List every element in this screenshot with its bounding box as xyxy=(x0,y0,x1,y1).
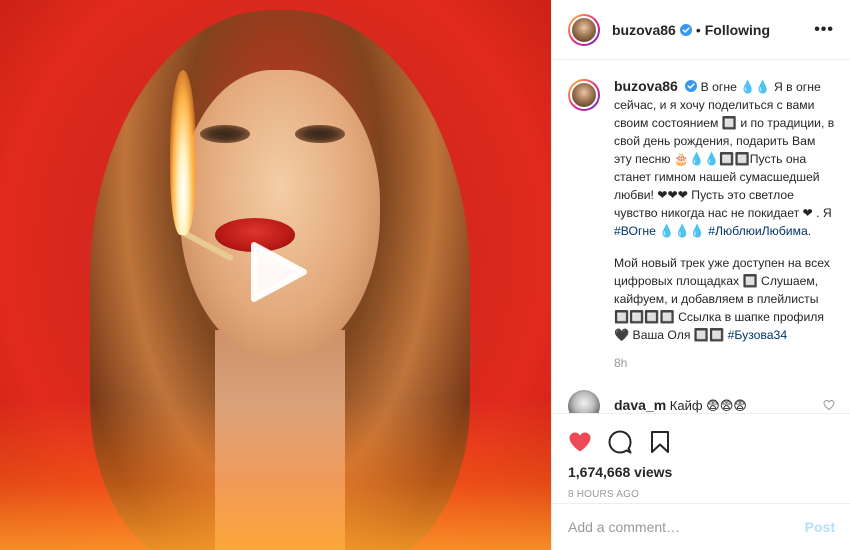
media-fire xyxy=(0,400,551,550)
post-timestamp[interactable]: 8 HOURS AGO xyxy=(568,489,835,500)
action-bar xyxy=(568,422,835,462)
caption-period: . xyxy=(807,224,812,238)
media-eye-right xyxy=(295,125,345,143)
heart-outline-icon[interactable] xyxy=(823,399,835,411)
add-comment-section: Post xyxy=(552,503,850,550)
post-header: buzova86 • Following ••• xyxy=(552,0,850,60)
avatar[interactable] xyxy=(568,13,600,46)
hashtag-link[interactable]: #ВОгне xyxy=(614,224,656,238)
hashtag-link[interactable]: #Бузова34 xyxy=(728,328,788,342)
comment-avatar[interactable] xyxy=(568,390,600,413)
verified-badge-icon xyxy=(685,80,698,92)
comments-list[interactable]: buzova86 В огне 💧💧 Я в огне сейчас, и я … xyxy=(552,61,850,413)
comment-bubble-icon[interactable] xyxy=(608,430,632,454)
media-flame xyxy=(170,70,196,235)
separator-dot: • xyxy=(695,21,701,38)
post-media[interactable] xyxy=(0,0,551,550)
caption-avatar[interactable] xyxy=(568,79,600,111)
caption-timestamp: 8h xyxy=(614,356,628,370)
heart-filled-icon[interactable] xyxy=(568,430,592,454)
play-icon xyxy=(251,242,307,302)
caption: buzova86 В огне 💧💧 Я в огне сейчас, и я … xyxy=(568,77,835,372)
post-panel: buzova86 • Following ••• buzova86 В огне… xyxy=(551,0,850,550)
verified-badge-icon xyxy=(679,23,692,36)
play-button[interactable] xyxy=(246,241,308,303)
caption-body: В огне 💧💧 Я в огне сейчас, и я хочу поде… xyxy=(614,80,835,220)
media-face xyxy=(180,70,380,360)
post-actions: 1,674,668 views 8 HOURS AGO xyxy=(552,413,850,500)
comment-text: dava_m Кайф 😨😨😨 xyxy=(614,390,747,413)
bookmark-icon[interactable] xyxy=(648,430,672,454)
post-comment-button[interactable]: Post xyxy=(805,519,835,535)
caption-text: buzova86 В огне 💧💧 Я в огне сейчас, и я … xyxy=(614,77,835,372)
media-eye-left xyxy=(200,125,250,143)
comment-item: dava_m Кайф 😨😨😨 xyxy=(568,390,835,413)
comment-body: Кайф 😨😨😨 xyxy=(669,398,747,413)
view-count[interactable]: 1,674,668 views xyxy=(568,464,835,480)
following-button[interactable]: Following xyxy=(705,22,770,38)
caption-username[interactable]: buzova86 xyxy=(614,78,678,94)
more-options-icon[interactable]: ••• xyxy=(814,21,834,39)
comment-username[interactable]: dava_m xyxy=(614,397,666,413)
comment-input[interactable] xyxy=(568,519,805,535)
caption-paragraph: Мой новый трек уже доступен на всех цифр… xyxy=(614,254,835,344)
caption-paragraph-text: Мой новый трек уже доступен на всех цифр… xyxy=(614,256,830,342)
header-username[interactable]: buzova86 xyxy=(612,22,676,38)
hashtag-link[interactable]: #ЛюблюиЛюбима xyxy=(708,224,808,238)
caption-emoji: 💧💧💧 xyxy=(659,224,705,238)
